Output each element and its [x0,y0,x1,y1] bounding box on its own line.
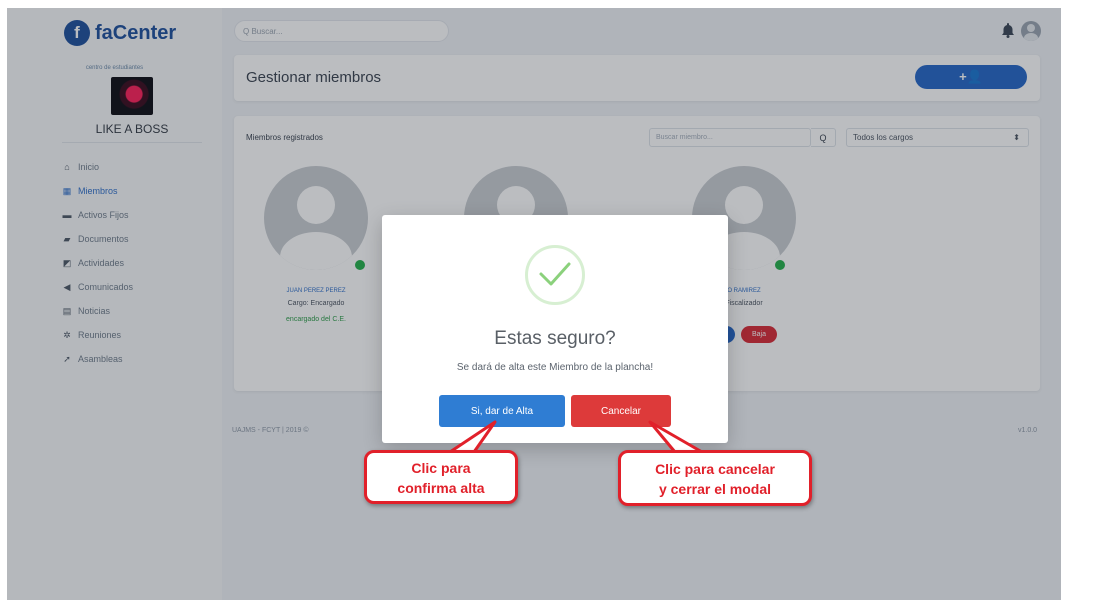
callout-cancel-annotation: Clic para cancelar y cerrar el modal [618,450,812,506]
callout-pointer-confirm [448,420,497,454]
callout-line: confirma alta [397,480,485,496]
callout-confirm-annotation: Clic para confirma alta [364,450,518,504]
callout-pointers [448,420,704,454]
callout-pointer-cancel [648,420,704,454]
app-window: f faCenter centro de estudiantes LIKE A … [7,8,1061,600]
callout-line: Clic para cancelar [655,461,775,477]
callout-line: y cerrar el modal [658,481,772,497]
callout-line: Clic para [411,460,471,476]
